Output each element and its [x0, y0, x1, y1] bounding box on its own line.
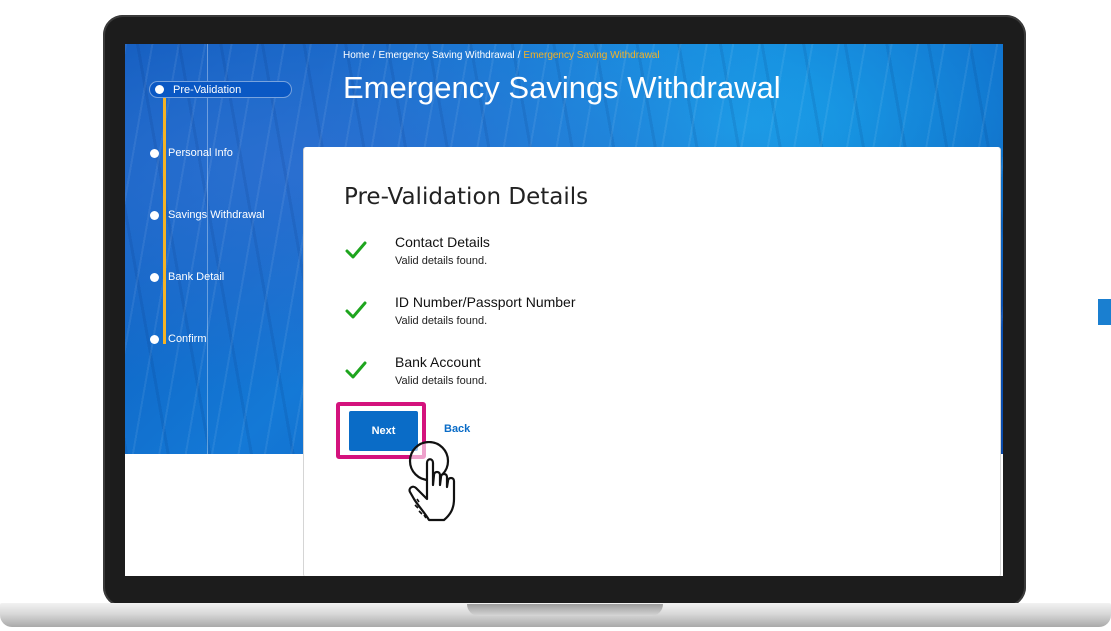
check-item-id-number: ID Number/Passport Number Valid details …	[344, 294, 744, 344]
page-title: Emergency Savings Withdrawal	[343, 70, 781, 105]
check-item-status: Valid details found.	[395, 375, 488, 387]
pre-validation-card: Pre-Validation Details Contact Details V…	[303, 147, 1001, 576]
check-item-title: Contact Details	[395, 234, 490, 250]
step-label: Pre-Validation	[173, 83, 242, 96]
dot-icon	[150, 334, 159, 344]
screen: Home / Emergency Saving Withdrawal / Emergen…	[125, 44, 1003, 576]
hand-pointer-icon	[408, 441, 456, 522]
breadcrumb-separator: /	[372, 50, 376, 61]
dot-icon	[155, 85, 164, 94]
check-item-title: Bank Account	[395, 354, 481, 370]
step-label: Bank Detail	[168, 271, 225, 283]
check-item-status: Valid details found.	[395, 255, 488, 267]
breadcrumb-separator: /	[517, 50, 521, 61]
check-icon	[345, 301, 367, 319]
step-personal-info[interactable]: Personal Info	[150, 143, 233, 163]
step-label: Personal Info	[168, 147, 233, 159]
step-confirm[interactable]: Confirm	[150, 329, 207, 349]
breadcrumb: Home / Emergency Saving Withdrawal / Emergen…	[343, 50, 660, 61]
edge-tab	[1098, 299, 1111, 325]
step-label: Savings Withdrawal	[168, 209, 265, 221]
hero-divider	[207, 44, 208, 454]
laptop-base-notch	[467, 604, 663, 616]
check-item-status: Valid details found.	[395, 315, 488, 327]
step-label: Confirm	[168, 333, 207, 345]
card-title: Pre-Validation Details	[344, 184, 589, 210]
step-pre-validation[interactable]: Pre-Validation	[149, 81, 292, 98]
step-savings-withdrawal[interactable]: Savings Withdrawal	[150, 205, 265, 225]
dot-icon	[150, 272, 159, 282]
back-link[interactable]: Back	[444, 423, 470, 435]
check-icon	[345, 241, 367, 259]
dot-icon	[150, 210, 159, 220]
breadcrumb-current: Emergency Saving Withdrawal	[523, 50, 660, 61]
dot-icon	[150, 148, 159, 158]
check-item-bank-account: Bank Account Valid details found.	[344, 354, 744, 404]
check-icon	[345, 361, 367, 379]
check-item-contact-details: Contact Details Valid details found.	[344, 234, 744, 284]
breadcrumb-emergency-saving-withdrawal[interactable]: Emergency Saving Withdrawal	[378, 50, 514, 61]
breadcrumb-home[interactable]: Home	[343, 50, 370, 61]
check-item-title: ID Number/Passport Number	[395, 294, 576, 310]
step-bank-detail[interactable]: Bank Detail	[150, 267, 224, 287]
